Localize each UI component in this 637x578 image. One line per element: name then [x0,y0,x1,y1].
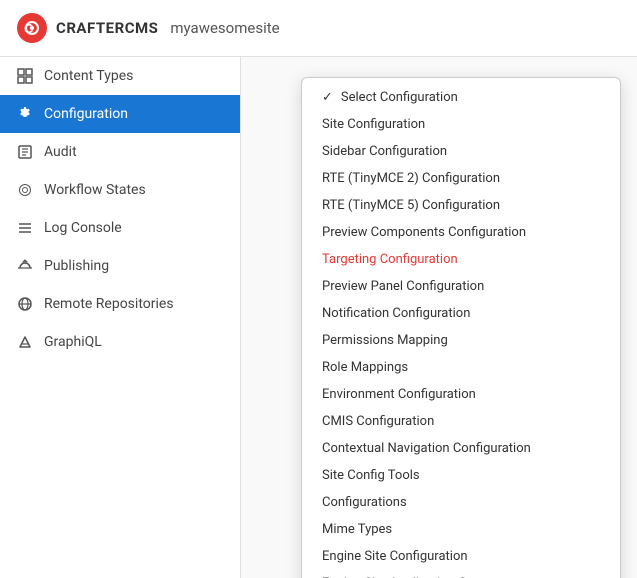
grid-icon [16,67,34,85]
title-bar: C CRAFTERCMS myawesomesite [0,0,637,57]
crafter-logo-icon: C [16,12,48,44]
dropdown-item-engine-site-application-context[interactable]: Engine Site Application Context [302,570,620,578]
site-name: myawesomesite [170,19,279,37]
dropdown-item-preview-components[interactable]: Preview Components Configuration [302,219,620,246]
dropdown-item-sidebar-configuration[interactable]: Sidebar Configuration [302,138,620,165]
dropdown-item-preview-panel[interactable]: Preview Panel Configuration [302,273,620,300]
sidebar-item-graphiql[interactable]: GraphiQL [0,323,240,361]
sidebar-item-label: Workflow States [44,182,146,198]
sidebar: Content Types Configuration [0,57,241,578]
dropdown-item-select-configuration[interactable]: Select Configuration [302,84,620,111]
dropdown-item-targeting-configuration[interactable]: Targeting Configuration [302,246,620,273]
dropdown-item-site-config-tools[interactable]: Site Config Tools [302,462,620,489]
sidebar-item-label: Publishing [44,258,109,274]
audit-icon [16,143,34,161]
workflow-icon [16,181,34,199]
sidebar-item-label: Content Types [44,68,133,84]
log-console-icon [16,219,34,237]
gear-icon [16,105,34,123]
sidebar-item-configuration[interactable]: Configuration [0,95,240,133]
dropdown-item-configurations[interactable]: Configurations [302,489,620,516]
sidebar-item-label: GraphiQL [44,334,102,350]
content-area: Select ConfigurationSite ConfigurationSi… [241,57,637,578]
dropdown-item-permissions-mapping[interactable]: Permissions Mapping [302,327,620,354]
sidebar-item-workflow-states[interactable]: Workflow States [0,171,240,209]
sidebar-item-audit[interactable]: Audit [0,133,240,171]
app-window: C CRAFTERCMS myawesomesite Conte [0,0,637,578]
publishing-icon [16,257,34,275]
sidebar-item-label: Audit [44,144,77,160]
dropdown-item-site-configuration[interactable]: Site Configuration [302,111,620,138]
main-content: Content Types Configuration [0,57,637,578]
sidebar-item-label: Remote Repositories [44,296,174,312]
dropdown-item-engine-site-configuration[interactable]: Engine Site Configuration [302,543,620,570]
dropdown-item-cmis-configuration[interactable]: CMIS Configuration [302,408,620,435]
dropdown-item-mime-types[interactable]: Mime Types [302,516,620,543]
sidebar-item-label: Log Console [44,220,122,236]
sidebar-item-remote-repositories[interactable]: Remote Repositories [0,285,240,323]
configuration-dropdown[interactable]: Select ConfigurationSite ConfigurationSi… [301,77,621,578]
dropdown-item-rte-tinymce5[interactable]: RTE (TinyMCE 5) Configuration [302,192,620,219]
logo-text: CRAFTERCMS [56,19,158,37]
sidebar-item-publishing[interactable]: Publishing [0,247,240,285]
dropdown-item-environment-configuration[interactable]: Environment Configuration [302,381,620,408]
sidebar-item-content-types[interactable]: Content Types [0,57,240,95]
logo: C CRAFTERCMS [16,12,158,44]
sidebar-item-log-console[interactable]: Log Console [0,209,240,247]
dropdown-item-notification-configuration[interactable]: Notification Configuration [302,300,620,327]
graphiql-icon [16,333,34,351]
dropdown-item-rte-tinymce2[interactable]: RTE (TinyMCE 2) Configuration [302,165,620,192]
remote-repo-icon [16,295,34,313]
dropdown-item-contextual-navigation[interactable]: Contextual Navigation Configuration [302,435,620,462]
dropdown-item-role-mappings[interactable]: Role Mappings [302,354,620,381]
sidebar-item-label: Configuration [44,106,128,122]
